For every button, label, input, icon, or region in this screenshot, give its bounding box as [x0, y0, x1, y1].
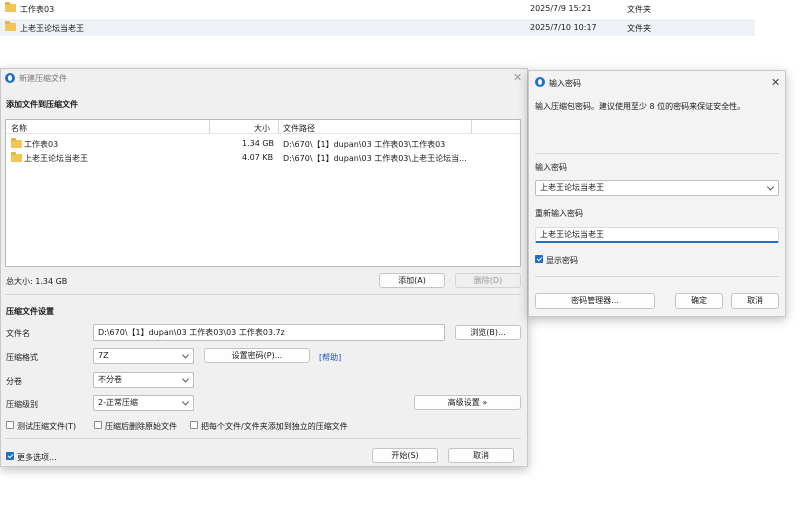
compress-dialog: 新建压缩文件 ✕ 添加文件到压缩文件 名称 大小 文件路径 工作表03 1.34…	[0, 68, 528, 467]
explorer-row-type: 文件夹	[627, 24, 651, 33]
file-row-size: 1.34 GB	[242, 139, 275, 148]
show-password-label[interactable]: 显示密码	[546, 255, 578, 266]
filename-input[interactable]: D:\670\【1】dupan\03 工作表03\03 工作表03.7z	[93, 324, 445, 341]
chevron-down-icon	[181, 375, 190, 383]
folder-icon	[5, 2, 16, 12]
divider	[5, 294, 521, 295]
filename-label: 文件名	[6, 329, 30, 338]
browse-button[interactable]: 浏览(B)...	[455, 325, 521, 340]
file-list[interactable]: 名称 大小 文件路径 工作表03 1.34 GB D:\670\【1】dupan…	[5, 119, 521, 267]
chevron-down-icon	[181, 398, 190, 406]
level-value: 2-正常压缩	[98, 398, 138, 407]
delete-source-label[interactable]: 压缩后删除原始文件	[105, 421, 177, 432]
show-password-checkbox[interactable]	[535, 255, 543, 263]
close-icon[interactable]: ✕	[513, 71, 522, 84]
file-list-header: 名称 大小 文件路径	[6, 120, 520, 134]
file-row[interactable]: 上老王论坛当老王 4.07 KB D:\670\【1】dupan\03 工作表0…	[6, 151, 520, 165]
compress-dialog-title: 新建压缩文件	[19, 74, 67, 83]
split-value: 不分卷	[98, 375, 122, 384]
explorer-row-name: 上老王论坛当老王	[20, 24, 84, 33]
enter-password-value: 上老王论坛当老王	[540, 183, 604, 192]
enter-password-label: 输入密码	[535, 163, 567, 172]
chevron-down-icon[interactable]	[766, 183, 775, 191]
total-size: 总大小: 1.34 GB	[6, 277, 68, 286]
advanced-settings-button[interactable]: 高级设置 »	[414, 395, 521, 410]
add-button[interactable]: 添加(A)	[379, 273, 445, 288]
explorer-row-name: 工作表03	[20, 5, 55, 14]
explorer-row[interactable]: 上老王论坛当老王 2025/7/10 10:17 文件夹	[0, 19, 755, 36]
format-label: 压缩格式	[6, 353, 38, 362]
divider	[535, 153, 779, 154]
file-row-size: 4.07 KB	[242, 153, 274, 162]
folder-icon	[11, 152, 22, 162]
cancel-button[interactable]: 取消	[448, 448, 514, 463]
app-icon	[5, 73, 15, 83]
compress-dialog-titlebar[interactable]: 新建压缩文件 ✕	[1, 69, 527, 87]
help-link[interactable]: [帮助]	[319, 352, 341, 363]
explorer-row[interactable]: 工作表03 2025/7/9 15:21 文件夹	[0, 0, 755, 17]
test-archive-checkbox[interactable]	[6, 421, 14, 429]
chevron-down-icon	[181, 351, 190, 359]
delete-source-checkbox[interactable]	[94, 421, 102, 429]
password-dialog: 输入密码 ✕ 输入压缩包密码。建议使用至少 8 位的密码来保证安全性。 输入密码…	[528, 70, 786, 317]
more-options-checkbox[interactable]	[6, 452, 14, 460]
app-icon	[535, 77, 545, 87]
enter-password-input[interactable]: 上老王论坛当老王	[535, 180, 779, 196]
level-label: 压缩级别	[6, 400, 38, 409]
explorer-row-date: 2025/7/10 10:17	[530, 23, 597, 32]
format-value: 7Z	[98, 351, 109, 360]
password-manager-button[interactable]: 密码管理器...	[535, 293, 655, 309]
more-options-label[interactable]: 更多选项...	[17, 452, 57, 463]
file-row[interactable]: 工作表03 1.34 GB D:\670\【1】dupan\03 工作表03\工…	[6, 137, 520, 151]
reenter-password-input[interactable]: 上老王论坛当老王	[535, 227, 779, 243]
password-dialog-titlebar[interactable]: 输入密码 ✕	[529, 71, 785, 93]
column-divider[interactable]	[471, 120, 472, 134]
ok-button[interactable]: 确定	[675, 293, 723, 309]
column-header-name[interactable]: 名称	[11, 123, 27, 134]
split-label: 分卷	[6, 377, 22, 386]
password-description: 输入压缩包密码。建议使用至少 8 位的密码来保证安全性。	[535, 102, 746, 111]
file-row-name: 上老王论坛当老王	[24, 154, 88, 163]
folder-icon	[5, 21, 16, 31]
column-header-size[interactable]: 大小	[254, 123, 270, 134]
reenter-password-label: 重新输入密码	[535, 209, 583, 218]
file-row-path: D:\670\【1】dupan\03 工作表03\上老王论坛当...	[283, 154, 467, 163]
divider	[535, 276, 779, 277]
format-select[interactable]: 7Z	[93, 348, 194, 364]
start-button[interactable]: 开始(S)	[372, 448, 438, 463]
delete-button[interactable]: 删除(D)	[455, 273, 521, 288]
settings-section-title: 压缩文件设置	[6, 307, 54, 316]
test-archive-label[interactable]: 测试压缩文件(T)	[17, 421, 76, 432]
column-header-path[interactable]: 文件路径	[283, 123, 315, 134]
split-select[interactable]: 不分卷	[93, 372, 194, 388]
separate-archives-checkbox[interactable]	[190, 421, 198, 429]
folder-icon	[11, 138, 22, 148]
explorer-row-date: 2025/7/9 15:21	[530, 4, 592, 13]
column-divider[interactable]	[278, 120, 279, 134]
password-dialog-title: 输入密码	[549, 79, 581, 88]
separate-archives-label[interactable]: 把每个文件/文件夹添加到独立的压缩文件	[201, 421, 348, 432]
password-cancel-button[interactable]: 取消	[731, 293, 779, 309]
divider	[5, 438, 521, 439]
close-icon[interactable]: ✕	[771, 76, 780, 89]
add-section-title: 添加文件到压缩文件	[6, 100, 78, 109]
file-row-name: 工作表03	[24, 140, 59, 149]
set-password-button[interactable]: 设置密码(P)...	[204, 348, 310, 363]
column-divider[interactable]	[209, 120, 210, 134]
explorer-row-type: 文件夹	[627, 5, 651, 14]
level-select[interactable]: 2-正常压缩	[93, 395, 194, 411]
file-row-path: D:\670\【1】dupan\03 工作表03\工作表03	[283, 140, 446, 149]
